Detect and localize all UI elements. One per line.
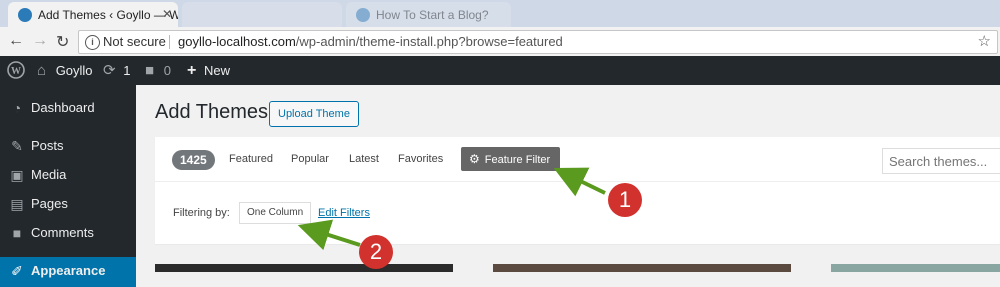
plus-icon: +	[187, 62, 197, 79]
upload-theme-button[interactable]: Upload Theme	[269, 101, 359, 127]
comment-bubble-icon: ■	[145, 62, 155, 79]
url-host: goyllo-localhost.com	[178, 34, 296, 49]
tab-title: Add Themes ‹ Goyllo — W	[38, 8, 178, 22]
back-arrow-icon[interactable]: ←	[8, 32, 24, 50]
theme-thumbnail[interactable]	[831, 264, 1000, 272]
divider	[169, 35, 170, 49]
browser-tab-2[interactable]	[182, 2, 342, 27]
browser-tab-3[interactable]: How To Start a Blog?	[346, 2, 511, 27]
dashboard-icon: ◔	[12, 100, 22, 116]
theme-count-badge: 1425	[172, 150, 215, 170]
site-name-link[interactable]: ⌂ Goyllo	[37, 56, 93, 85]
sidebar-item-label: Appearance	[31, 263, 106, 278]
close-tab-icon[interactable]: ✕	[162, 7, 172, 21]
url-field[interactable]: i Not secure goyllo-localhost.com/wp-adm…	[78, 30, 998, 54]
address-bar: ← → ↻ i Not secure goyllo-localhost.com/…	[0, 27, 1000, 57]
bookmark-star-icon[interactable]: ☆	[978, 31, 991, 53]
comments-link[interactable]: ■ 0	[145, 56, 171, 85]
wordpress-favicon-icon	[18, 8, 32, 22]
comments-count: 0	[163, 63, 171, 78]
pin-icon: ✎	[11, 138, 23, 154]
search-themes-input[interactable]	[882, 148, 1000, 174]
active-filter-tag[interactable]: One Column	[239, 202, 312, 224]
browser-tab-active[interactable]: Add Themes ‹ Goyllo — W ✕	[8, 2, 178, 27]
pages-icon: ▤	[10, 196, 24, 212]
edit-filters-link[interactable]: Edit Filters	[318, 207, 370, 219]
filtering-by-label: Filtering by:	[173, 207, 230, 219]
svg-text:W: W	[11, 66, 21, 77]
feature-filter-button[interactable]: ⚙ Feature Filter	[461, 147, 561, 171]
home-icon: ⌂	[37, 62, 47, 79]
tab-favicon-icon	[356, 8, 370, 22]
divider	[155, 181, 1000, 182]
security-label[interactable]: Not secure	[103, 31, 166, 53]
admin-sidebar: ◔ Dashboard ✎ Posts ▣ Media ▤ Pages ■ Co…	[0, 85, 136, 287]
sidebar-item-label: Posts	[31, 138, 64, 153]
page-title: Add Themes	[155, 101, 269, 123]
info-icon[interactable]: i	[85, 35, 100, 50]
forward-arrow-icon[interactable]: →	[32, 32, 48, 50]
tab-latest[interactable]: Latest	[349, 153, 379, 165]
updates-icon: ⟳	[103, 62, 116, 79]
sidebar-item-label: Media	[31, 167, 67, 182]
updates-count: 1	[123, 63, 131, 78]
new-label: New	[203, 63, 230, 78]
reload-icon[interactable]: ↻	[56, 32, 69, 52]
site-name: Goyllo	[55, 63, 93, 78]
sidebar-item-label: Pages	[31, 196, 68, 211]
feature-filter-label: Feature Filter	[484, 154, 551, 166]
updates-link[interactable]: ⟳ 1	[103, 56, 130, 85]
wordpress-logo-icon[interactable]: W	[7, 56, 25, 85]
tab-favorites[interactable]: Favorites	[398, 153, 443, 165]
sidebar-item-appearance[interactable]: ✐ Appearance	[0, 257, 136, 287]
media-icon: ▣	[10, 167, 24, 183]
sidebar-item-comments[interactable]: ■ Comments	[0, 219, 136, 249]
tab-title: How To Start a Blog?	[376, 8, 489, 22]
sidebar-item-media[interactable]: ▣ Media	[0, 161, 136, 191]
sidebar-item-pages[interactable]: ▤ Pages	[0, 190, 136, 220]
sidebar-item-label: Comments	[31, 225, 94, 240]
appearance-icon: ✐	[11, 263, 23, 279]
url-text[interactable]: goyllo-localhost.com/wp-admin/theme-inst…	[178, 31, 563, 53]
sidebar-item-posts[interactable]: ✎ Posts	[0, 132, 136, 162]
theme-thumbnail[interactable]	[493, 264, 791, 272]
tab-popular[interactable]: Popular	[291, 153, 329, 165]
theme-filter-bar: 1425 Featured Popular Latest Favorites ⚙…	[155, 137, 1000, 244]
sidebar-item-label: Dashboard	[31, 100, 95, 115]
annotation-marker-1: 1	[608, 183, 642, 217]
wp-admin-bar: W ⌂ Goyllo ⟳ 1 ■ 0 + New	[0, 56, 1000, 85]
sidebar-item-dashboard[interactable]: ◔ Dashboard	[0, 94, 136, 124]
comment-icon: ■	[12, 225, 22, 241]
theme-thumbnail[interactable]	[155, 264, 453, 272]
new-content-link[interactable]: + New	[187, 56, 230, 85]
tab-featured[interactable]: Featured	[229, 153, 273, 165]
url-path: /wp-admin/theme-install.php?browse=featu…	[295, 34, 563, 49]
browser-tab-strip: Add Themes ‹ Goyllo — W ✕ How To Start a…	[0, 0, 1000, 27]
gear-icon: ⚙	[469, 152, 480, 166]
annotation-marker-2: 2	[359, 235, 393, 269]
